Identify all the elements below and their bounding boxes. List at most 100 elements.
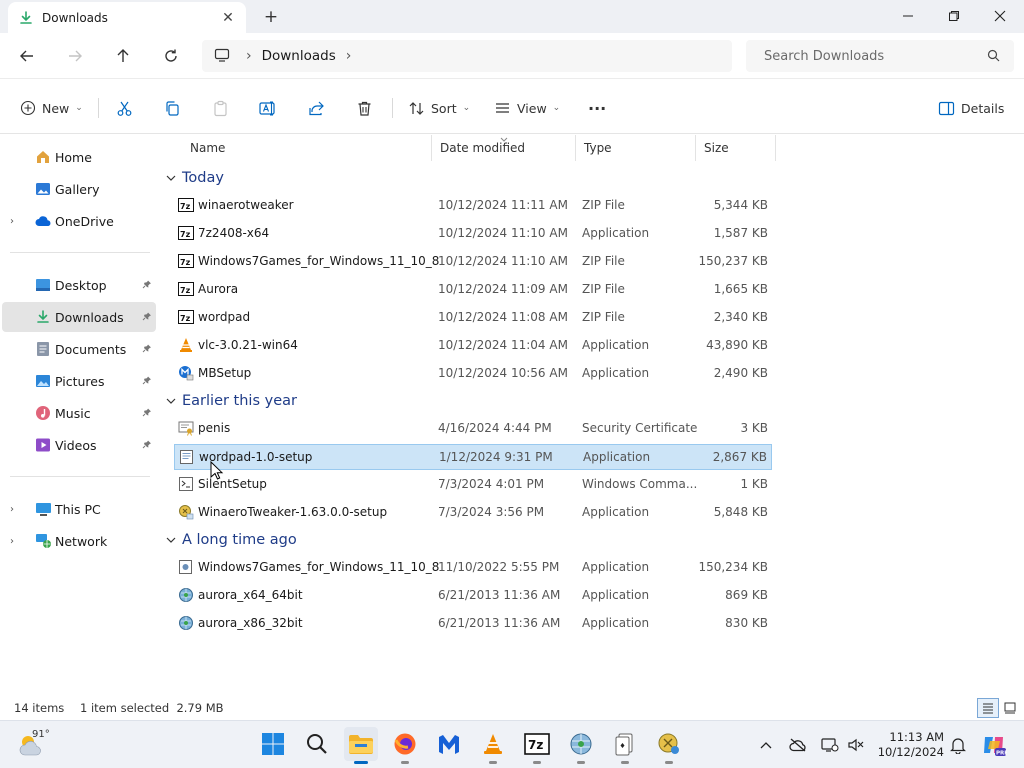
pin-icon[interactable]	[142, 311, 152, 324]
taskbar-7zip[interactable]: 7z	[520, 727, 554, 764]
file-row-selected[interactable]: wordpad-1.0-setup 1/12/2024 9:31 PM Appl…	[174, 444, 772, 470]
search-input[interactable]	[764, 48, 984, 64]
close-window-button[interactable]	[977, 0, 1023, 32]
address-field[interactable]: › Downloads ›	[202, 40, 732, 72]
new-button[interactable]: New ⌄	[20, 94, 83, 122]
file-row[interactable]: 7z wordpad 10/12/2024 11:08 AM ZIP File …	[174, 305, 772, 331]
paste-button[interactable]	[212, 94, 229, 122]
sidebar-divider	[10, 252, 150, 253]
group-header-earlier-this-year[interactable]: Earlier this year	[166, 390, 297, 412]
file-type: Windows Comma...	[582, 477, 698, 491]
delete-button[interactable]	[356, 94, 373, 122]
view-button[interactable]: View ⌄	[494, 94, 560, 122]
file-type: Application	[582, 226, 650, 240]
pin-icon[interactable]	[142, 439, 152, 452]
pin-icon[interactable]	[142, 375, 152, 388]
file-row[interactable]: penis 4/16/2024 4:44 PM Security Certifi…	[174, 416, 772, 442]
pin-icon[interactable]	[142, 279, 152, 292]
rename-button[interactable]	[259, 94, 277, 122]
back-button[interactable]	[10, 41, 44, 71]
sidebar-item-home[interactable]: Home	[2, 142, 156, 172]
show-hidden-icons-button[interactable]	[754, 733, 778, 757]
group-header-a-long-time-ago[interactable]: A long time ago	[166, 529, 297, 551]
search-icon[interactable]	[987, 49, 1000, 65]
view-label: View	[517, 100, 547, 116]
sidebar-item-pictures[interactable]: Pictures	[2, 366, 156, 396]
search-box[interactable]	[746, 40, 1014, 72]
sidebar-item-music[interactable]: Music	[2, 398, 156, 428]
search-taskbar-button[interactable]	[300, 727, 334, 761]
expand-chevron-icon[interactable]: ›	[10, 536, 14, 547]
file-row[interactable]: 7z winaerotweaker 10/12/2024 11:11 AM ZI…	[174, 193, 772, 219]
network-tray-icon[interactable]	[818, 733, 842, 757]
vlc-icon	[484, 734, 502, 754]
file-row[interactable]: aurora_x86_32bit 6/21/2013 11:36 AM Appl…	[174, 611, 772, 637]
clock[interactable]: 11:13 AM 10/12/2024	[874, 730, 944, 760]
column-header-name[interactable]: Name	[182, 135, 432, 161]
new-tab-button[interactable]: +	[258, 5, 284, 29]
notifications-button[interactable]	[946, 733, 970, 757]
taskbar-solitaire[interactable]	[608, 727, 642, 764]
expand-chevron-icon[interactable]: ›	[10, 504, 14, 515]
minimize-button[interactable]	[885, 0, 931, 32]
sidebar-item-onedrive[interactable]: › OneDrive	[2, 206, 156, 236]
breadcrumb-separator[interactable]: ›	[246, 48, 252, 64]
file-row[interactable]: 7z 7z2408-x64 10/12/2024 11:10 AM Applic…	[174, 221, 772, 247]
pin-icon[interactable]	[142, 343, 152, 356]
sidebar-item-documents[interactable]: Documents	[2, 334, 156, 364]
onedrive-tray-icon[interactable]	[786, 733, 810, 757]
tiles-view-button[interactable]	[999, 698, 1021, 718]
share-button[interactable]	[308, 94, 325, 122]
copilot-button[interactable]: PRE	[980, 733, 1008, 757]
refresh-button[interactable]	[154, 41, 188, 71]
taskbar-winaero-tweaker[interactable]	[652, 727, 686, 764]
file-row[interactable]: aurora_x64_64bit 6/21/2013 11:36 AM Appl…	[174, 583, 772, 609]
volume-tray-icon[interactable]	[844, 733, 868, 757]
taskbar-malwarebytes[interactable]	[432, 727, 466, 761]
forward-button[interactable]	[58, 41, 92, 71]
breadcrumb-separator[interactable]: ›	[346, 48, 352, 64]
group-header-today[interactable]: Today	[166, 167, 224, 189]
title-bar: Downloads ✕ +	[0, 0, 1024, 33]
file-size: 150,234 KB	[698, 560, 768, 574]
pin-icon[interactable]	[142, 407, 152, 420]
sidebar-item-this-pc[interactable]: › This PC	[2, 494, 156, 524]
navigation-pane: Home Gallery › OneDrive Desktop Download…	[0, 135, 160, 690]
taskbar-vlc[interactable]	[476, 727, 510, 764]
sidebar-item-downloads[interactable]: Downloads	[2, 302, 156, 332]
file-row[interactable]: MBSetup 10/12/2024 10:56 AM Application …	[174, 361, 772, 387]
details-view-icon	[983, 703, 993, 714]
file-row[interactable]: 7z Windows7Games_for_Windows_11_10_8 10/…	[174, 249, 772, 275]
breadcrumb-downloads[interactable]: Downloads	[262, 48, 336, 64]
column-header-date[interactable]: Date modified	[432, 135, 576, 161]
details-view-button[interactable]	[977, 698, 999, 718]
details-label: Details	[961, 100, 1005, 116]
sidebar-item-network[interactable]: › Network	[2, 526, 156, 556]
details-pane-button[interactable]: Details	[938, 94, 1004, 122]
file-row[interactable]: WinaeroTweaker-1.63.0.0-setup 7/3/2024 3…	[174, 500, 772, 526]
sort-button[interactable]: Sort ⌄	[408, 94, 470, 122]
up-button[interactable]	[106, 41, 140, 71]
start-button[interactable]	[256, 727, 290, 761]
maximize-button[interactable]	[931, 0, 977, 32]
copy-button[interactable]	[164, 94, 181, 122]
taskbar-file-explorer[interactable]	[344, 727, 378, 764]
cut-button[interactable]	[116, 94, 133, 122]
column-header-size[interactable]: Size	[696, 135, 776, 161]
sidebar-item-desktop[interactable]: Desktop	[2, 270, 156, 300]
file-row[interactable]: SilentSetup 7/3/2024 4:01 PM Windows Com…	[174, 472, 772, 498]
tab-downloads[interactable]: Downloads ✕	[8, 2, 246, 33]
sidebar-item-videos[interactable]: Videos	[2, 430, 156, 460]
taskbar-aurora[interactable]	[564, 727, 598, 764]
more-options-button[interactable]: ···	[588, 94, 606, 122]
file-name: aurora_x64_64bit	[198, 588, 303, 602]
column-header-type[interactable]: Type	[576, 135, 696, 161]
running-indicator	[354, 761, 368, 764]
sidebar-item-gallery[interactable]: Gallery	[2, 174, 156, 204]
file-row[interactable]: vlc-3.0.21-win64 10/12/2024 11:04 AM App…	[174, 333, 772, 359]
taskbar-firefox[interactable]	[388, 727, 422, 764]
file-row[interactable]: 7z Aurora 10/12/2024 11:09 AM ZIP File 1…	[174, 277, 772, 303]
file-row[interactable]: Windows7Games_for_Windows_11_10_8 11/10/…	[174, 555, 772, 581]
expand-chevron-icon[interactable]: ›	[10, 216, 14, 227]
close-tab-button[interactable]: ✕	[214, 6, 242, 30]
